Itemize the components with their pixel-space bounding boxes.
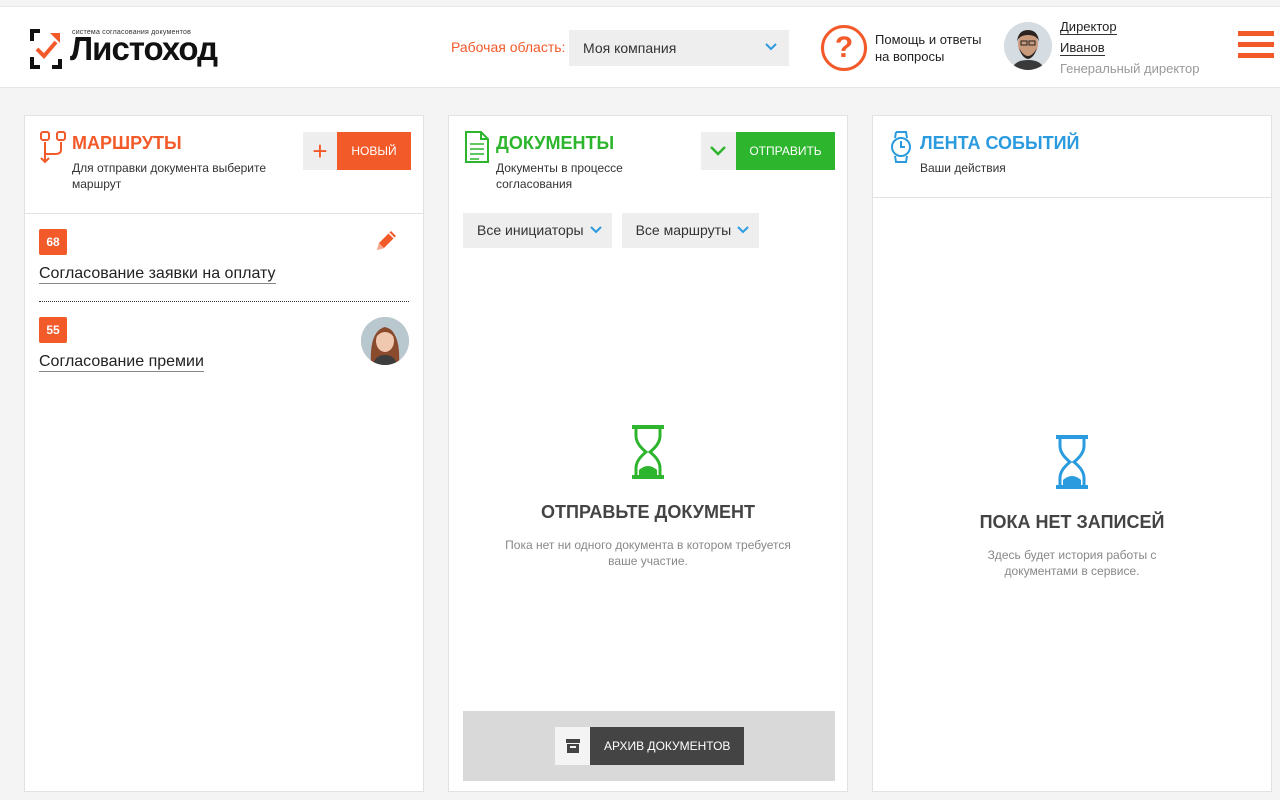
new-route-label: НОВЫЙ bbox=[337, 132, 411, 170]
workspace-value: Моя компания bbox=[583, 40, 677, 56]
logo-name: Листоход bbox=[70, 30, 218, 67]
documents-subtitle: Документы в процессе согласования bbox=[496, 161, 623, 191]
route-item[interactable]: 55 Согласование премии bbox=[39, 302, 409, 390]
documents-filters: Все инициаторы Все маршруты bbox=[463, 213, 760, 248]
events-subtitle: Ваши действия bbox=[920, 161, 1006, 175]
chevron-down-icon bbox=[737, 226, 749, 234]
archive-box-icon bbox=[566, 739, 580, 753]
route-count-badge: 68 bbox=[39, 229, 67, 255]
document-icon bbox=[465, 131, 489, 163]
events-empty-text: Здесь будет история работы с документами… bbox=[987, 548, 1157, 578]
documents-empty-title: ОТПРАВЬТЕ ДОКУМЕНТ bbox=[541, 502, 755, 522]
user-avatar-image bbox=[1004, 22, 1052, 70]
documents-empty-state: ОТПРАВЬТЕ ДОКУМЕНТ Пока нет ни одного до… bbox=[449, 424, 847, 569]
routes-filter-value: Все маршруты bbox=[635, 222, 732, 238]
events-panel: ЛЕНТА СОБЫТИЙ Ваши действия ПОКА НЕТ ЗАП… bbox=[872, 115, 1272, 792]
send-document-button[interactable]: ОТПРАВИТЬ bbox=[701, 132, 835, 170]
top-header: система согласования документов Листоход… bbox=[0, 6, 1280, 88]
chevron-down-icon bbox=[765, 43, 777, 51]
route-count-badge: 55 bbox=[39, 317, 67, 343]
events-empty-title: ПОКА НЕТ ЗАПИСЕЙ bbox=[979, 512, 1165, 532]
archive-bar: АРХИВ ДОКУМЕНТОВ bbox=[463, 711, 835, 781]
routes-panel: МАРШРУТЫ Для отправки документа выберите… bbox=[24, 115, 424, 792]
new-route-button[interactable]: + НОВЫЙ bbox=[303, 132, 411, 170]
menu-bar bbox=[1238, 31, 1274, 36]
routes-subtitle: Для отправки документа выберите маршрут bbox=[72, 161, 267, 191]
routes-filter[interactable]: Все маршруты bbox=[621, 213, 760, 248]
documents-title: ДОКУМЕНТЫ bbox=[496, 133, 615, 153]
route-owner-avatar bbox=[361, 317, 409, 365]
archive-button-label: АРХИВ ДОКУМЕНТОВ bbox=[590, 727, 745, 765]
route-name-link[interactable]: Согласование премии bbox=[39, 352, 204, 372]
hourglass-icon bbox=[1056, 435, 1088, 489]
menu-icon[interactable] bbox=[1238, 31, 1274, 63]
initiators-filter-value: Все инициаторы bbox=[477, 222, 584, 238]
send-document-label: ОТПРАВИТЬ bbox=[736, 132, 835, 170]
help-link[interactable]: Помощь и ответы на вопросы bbox=[875, 31, 995, 65]
route-name-link[interactable]: Согласование заявки на оплату bbox=[39, 264, 276, 284]
documents-panel: ДОКУМЕНТЫ Документы в процессе согласова… bbox=[448, 115, 848, 792]
user-position: Генеральный директор bbox=[1060, 61, 1200, 76]
workspace-label: Рабочая область: bbox=[451, 39, 566, 55]
events-empty-state: ПОКА НЕТ ЗАПИСЕЙ Здесь будет история раб… bbox=[873, 434, 1271, 579]
events-title: ЛЕНТА СОБЫТИЙ bbox=[920, 133, 1080, 153]
archive-icon bbox=[555, 727, 590, 765]
user-name-link[interactable]: Иванов bbox=[1060, 40, 1105, 56]
hourglass-icon bbox=[632, 425, 664, 479]
logo[interactable]: система согласования документов Листоход bbox=[30, 25, 230, 73]
help-icon[interactable]: ? bbox=[821, 25, 867, 71]
routes-title: МАРШРУТЫ bbox=[72, 133, 182, 153]
workspace-select[interactable]: Моя компания bbox=[569, 30, 789, 66]
chevron-down-icon bbox=[710, 146, 726, 156]
menu-bar bbox=[1238, 42, 1274, 47]
route-item[interactable]: 68 Согласование заявки на оплату bbox=[39, 214, 409, 302]
route-owner-avatar-image bbox=[361, 317, 409, 365]
documents-empty-text: Пока нет ни одного документа в котором т… bbox=[505, 538, 791, 568]
watch-icon bbox=[891, 131, 911, 163]
documents-panel-header: ДОКУМЕНТЫ Документы в процессе согласова… bbox=[449, 116, 847, 214]
chevron-down-icon bbox=[589, 226, 602, 234]
archive-button[interactable]: АРХИВ ДОКУМЕНТОВ bbox=[555, 727, 745, 765]
user-avatar[interactable] bbox=[1004, 22, 1052, 70]
plus-icon: + bbox=[303, 132, 337, 170]
user-role-link[interactable]: Директор bbox=[1060, 19, 1117, 35]
pencil-edit-icon[interactable] bbox=[373, 228, 399, 254]
logo-mark-icon bbox=[30, 29, 62, 69]
send-dropdown-toggle[interactable] bbox=[701, 132, 736, 170]
routes-panel-header: МАРШРУТЫ Для отправки документа выберите… bbox=[25, 116, 423, 214]
routes-icon bbox=[40, 131, 66, 164]
initiators-filter[interactable]: Все инициаторы bbox=[463, 213, 612, 248]
events-panel-header: ЛЕНТА СОБЫТИЙ Ваши действия bbox=[873, 116, 1271, 198]
menu-bar bbox=[1238, 53, 1274, 58]
